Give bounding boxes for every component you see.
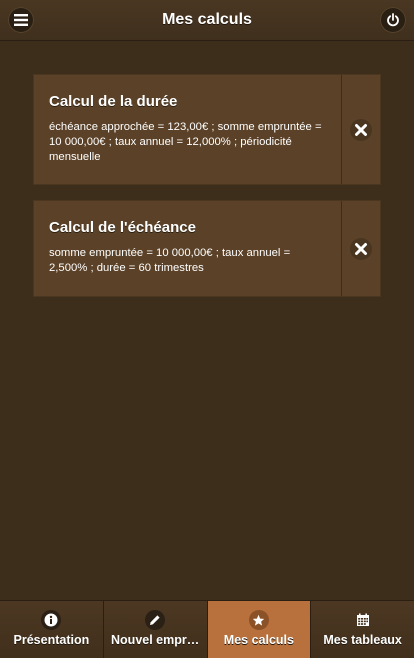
tab-label: Mes tableaux xyxy=(323,633,402,647)
bottom-navbar: Présentation Nouvel empr… Mes calculs Me… xyxy=(0,600,414,658)
calculation-title: Calcul de la durée xyxy=(49,93,178,110)
power-icon xyxy=(387,13,399,27)
star-icon xyxy=(248,610,269,630)
pencil-icon xyxy=(145,610,166,630)
calculation-title: Calcul de l'échéance xyxy=(49,219,196,236)
tab-my-calculations[interactable]: Mes calculs xyxy=(207,601,312,658)
close-icon xyxy=(355,123,367,136)
hamburger-icon xyxy=(14,14,28,26)
calculation-description: échéance approchée = 123,00€ ; somme emp… xyxy=(49,121,322,163)
page-title: Mes calculs xyxy=(162,11,252,28)
calculations-list: Calcul de la durée échéance approchée = … xyxy=(0,41,414,600)
delete-calculation-button[interactable] xyxy=(341,201,380,296)
delete-circle xyxy=(350,118,372,141)
tab-new-loan[interactable]: Nouvel empr… xyxy=(103,601,208,658)
calculation-card-body[interactable]: Calcul de l'échéance somme empruntée = 1… xyxy=(34,201,341,296)
close-icon xyxy=(355,242,367,255)
tab-label: Présentation xyxy=(13,633,90,647)
calculation-description: somme empruntée = 10 000,00€ ; taux annu… xyxy=(49,247,291,274)
info-icon xyxy=(41,610,62,630)
menu-button[interactable] xyxy=(8,7,34,33)
tab-my-tables[interactable]: Mes tableaux xyxy=(311,601,414,658)
power-button[interactable] xyxy=(380,7,406,33)
header-bar: Mes calculs xyxy=(0,0,414,41)
calculation-card[interactable]: Calcul de l'échéance somme empruntée = 1… xyxy=(33,200,381,297)
tab-label: Nouvel empr… xyxy=(111,633,200,647)
delete-calculation-button[interactable] xyxy=(341,75,380,184)
tab-presentation[interactable]: Présentation xyxy=(0,601,104,658)
calculation-card[interactable]: Calcul de la durée échéance approchée = … xyxy=(33,74,381,185)
app: Mes calculs Calcul de la durée échéance … xyxy=(0,0,414,658)
delete-circle xyxy=(350,237,372,260)
calculation-card-body[interactable]: Calcul de la durée échéance approchée = … xyxy=(34,75,341,184)
tab-label: Mes calculs xyxy=(223,633,294,647)
calendar-icon xyxy=(353,610,373,630)
